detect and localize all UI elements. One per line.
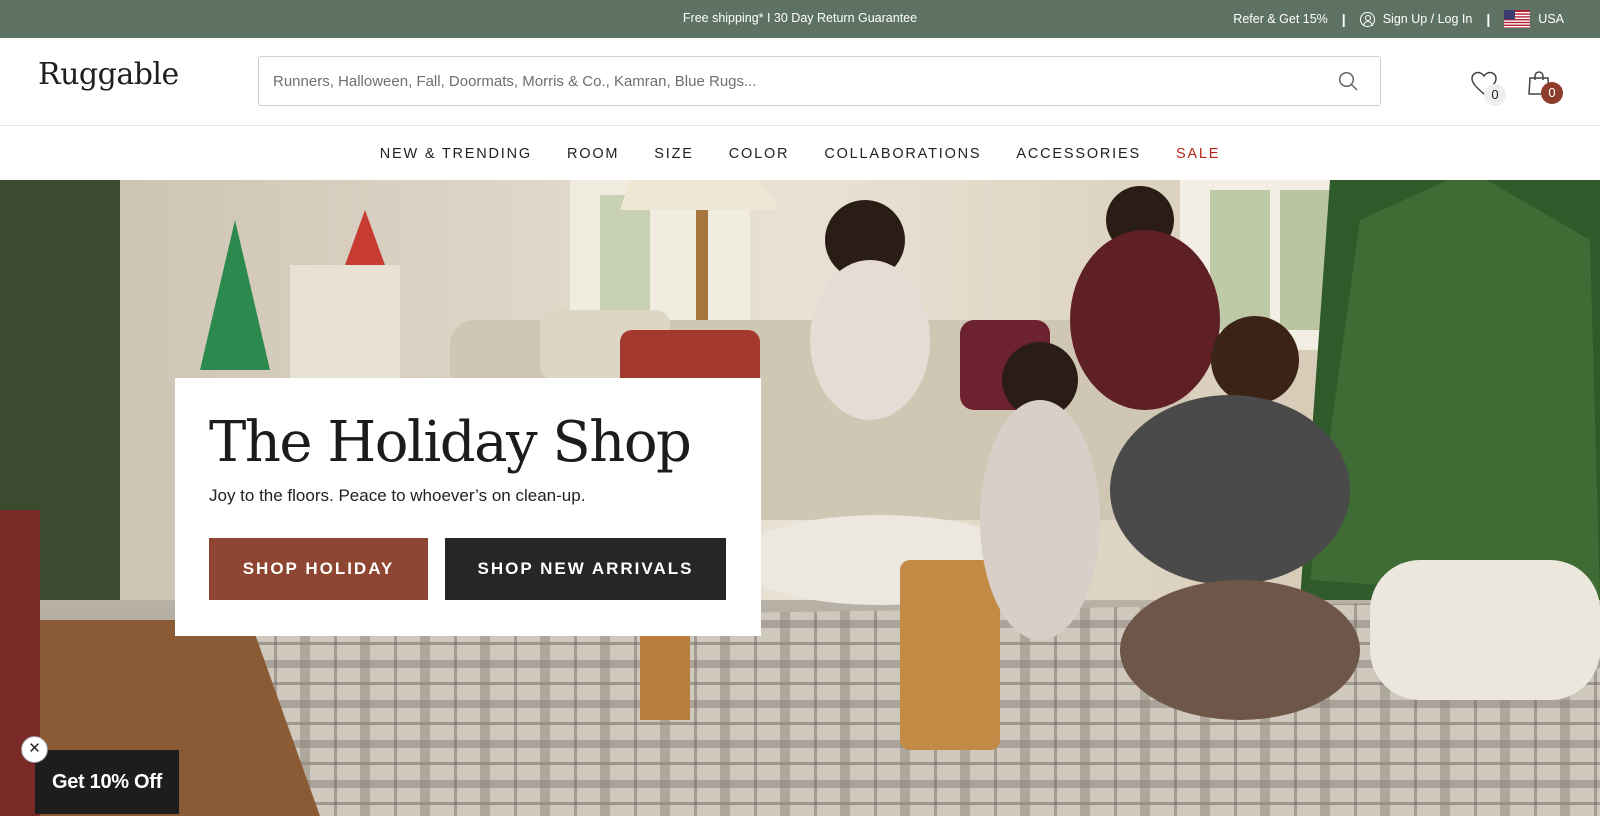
nav-item-new-trending[interactable]: NEW & TRENDING [380,146,532,162]
nav-item-collaborations[interactable]: COLLABORATIONS [824,146,981,162]
nav-item-room[interactable]: ROOM [567,146,619,162]
search-icon[interactable] [1338,71,1358,91]
region-selector[interactable]: USA [1504,10,1564,28]
nav-item-accessories[interactable]: ACCESSORIES [1016,146,1141,162]
announcement-links: Refer & Get 15% | Sign Up / Log In | USA [1233,0,1564,38]
us-flag-icon [1504,10,1531,28]
separator: | [1486,11,1491,27]
promo-card: The Holiday Shop Joy to the floors. Peac… [175,378,761,636]
hero-subtitle: Joy to the floors. Peace to whoever’s on… [209,486,586,505]
search-input[interactable] [273,57,1313,105]
ruggable-logo[interactable]: Ruggable [38,57,179,92]
wishlist-count-badge: 0 [1484,84,1506,106]
shop-new-arrivals-button[interactable]: SHOP NEW ARRIVALS [445,538,726,600]
cart-button[interactable]: 0 [1526,68,1563,104]
nav-item-color[interactable]: COLOR [729,146,790,162]
user-icon [1359,11,1375,27]
announcement-bar: Free shipping* I 30 Day Return Guarantee… [0,0,1600,38]
hero-banner: The Holiday Shop Joy to the floors. Peac… [0,180,1600,816]
nav-item-sale[interactable]: SALE [1176,146,1220,162]
cart-count-badge: 0 [1541,82,1563,104]
wishlist-button[interactable]: 0 [1470,70,1506,106]
main-navigation: NEW & TRENDING ROOM SIZE COLOR COLLABORA… [0,127,1600,180]
nav-item-size[interactable]: SIZE [654,146,693,162]
hero-title: The Holiday Shop [209,410,692,475]
region-label: USA [1538,12,1564,26]
close-icon[interactable]: ✕ [21,736,48,763]
refer-link[interactable]: Refer & Get 15% [1233,12,1328,26]
site-header: Ruggable 0 0 [0,38,1600,126]
discount-offer-button[interactable]: Get 10% Off [35,750,179,814]
separator: | [1341,11,1346,27]
search-bar [258,56,1381,106]
sign-up-link[interactable]: Sign Up / Log In [1359,11,1473,27]
shop-holiday-button[interactable]: SHOP HOLIDAY [209,538,428,600]
sign-up-label: Sign Up / Log In [1382,12,1473,26]
